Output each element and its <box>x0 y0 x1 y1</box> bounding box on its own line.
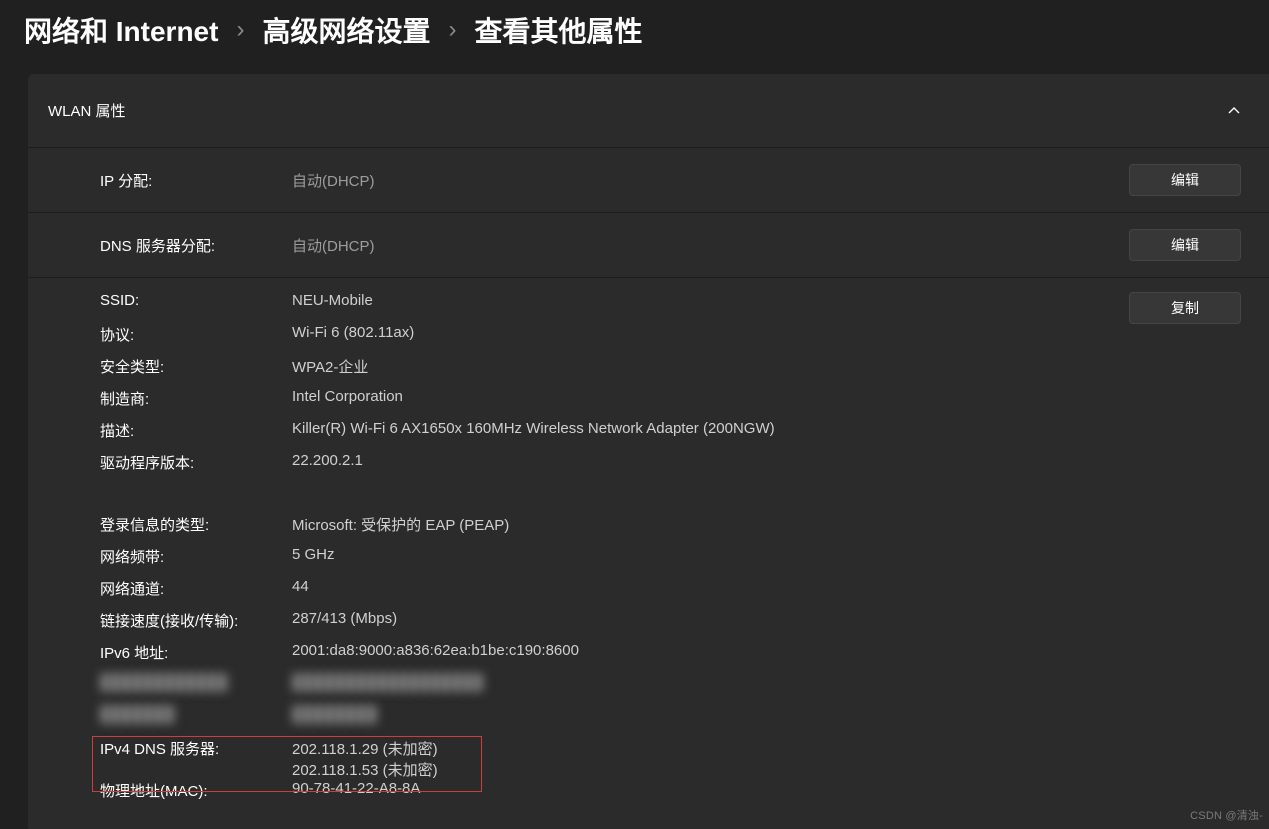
watermark: CSDN @清浊- <box>1190 807 1263 823</box>
value-redacted-1: ██████████████████ <box>292 674 1241 691</box>
breadcrumb-network[interactable]: 网络和 Internet <box>24 10 218 50</box>
value-login-type: Microsoft: 受保护的 EAP (PEAP) <box>292 514 1241 535</box>
value-driver-version: 22.200.2.1 <box>292 452 1241 469</box>
row-ipv4-dns: IPv4 DNS 服务器: 202.118.1.29 (未加密) 202.118… <box>100 738 1241 780</box>
value-band: 5 GHz <box>292 546 1241 563</box>
edit-dns-button[interactable]: 编辑 <box>1129 229 1241 261</box>
row-band: 网络频带: 5 GHz <box>100 546 1241 578</box>
row-redacted-2: ███████ ████████ <box>100 706 1241 738</box>
row-security: 安全类型: WPA2-企业 <box>100 356 1241 388</box>
row-redacted-1: ████████████ ██████████████████ <box>100 674 1241 706</box>
ip-assignment-row: IP 分配: 自动(DHCP) 编辑 <box>28 148 1269 213</box>
breadcrumb: 网络和 Internet › 高级网络设置 › 查看其他属性 <box>0 0 1269 74</box>
value-ssid: NEU-Mobile <box>292 292 1241 309</box>
dns-assignment-value: 自动(DHCP) <box>292 235 1129 256</box>
label-ssid: SSID: <box>100 292 292 309</box>
label-redacted-2: ███████ <box>100 706 292 723</box>
details-section: 复制 SSID: NEU-Mobile 协议: Wi-Fi 6 (802.11a… <box>28 278 1269 829</box>
label-manufacturer: 制造商: <box>100 388 292 409</box>
dns-assignment-row: DNS 服务器分配: 自动(DHCP) 编辑 <box>28 213 1269 278</box>
panel-header[interactable]: WLAN 属性 <box>28 74 1269 148</box>
row-channel: 网络通道: 44 <box>100 578 1241 610</box>
label-ipv4-dns: IPv4 DNS 服务器: <box>100 738 292 759</box>
value-security: WPA2-企业 <box>292 356 1241 377</box>
value-redacted-2: ████████ <box>292 706 1241 723</box>
row-login-type: 登录信息的类型: Microsoft: 受保护的 EAP (PEAP) <box>100 514 1241 546</box>
label-link-speed: 链接速度(接收/传输): <box>100 610 292 631</box>
row-ssid: SSID: NEU-Mobile <box>100 292 1241 324</box>
label-login-type: 登录信息的类型: <box>100 514 292 535</box>
chevron-right-icon: › <box>236 16 244 44</box>
panel-title: WLAN 属性 <box>48 100 126 121</box>
label-ipv6: IPv6 地址: <box>100 642 292 663</box>
row-protocol: 协议: Wi-Fi 6 (802.11ax) <box>100 324 1241 356</box>
breadcrumb-current: 查看其他属性 <box>474 10 642 50</box>
ip-assignment-label: IP 分配: <box>100 170 292 191</box>
row-driver-version: 驱动程序版本: 22.200.2.1 <box>100 452 1241 484</box>
chevron-up-icon <box>1227 104 1241 118</box>
row-manufacturer: 制造商: Intel Corporation <box>100 388 1241 420</box>
breadcrumb-advanced[interactable]: 高级网络设置 <box>262 10 430 50</box>
value-channel: 44 <box>292 578 1241 595</box>
value-description: Killer(R) Wi-Fi 6 AX1650x 160MHz Wireles… <box>292 420 1241 437</box>
label-redacted-1: ████████████ <box>100 674 292 691</box>
value-mac: 90-78-41-22-A8-8A <box>292 780 1241 797</box>
value-manufacturer: Intel Corporation <box>292 388 1241 405</box>
edit-ip-button[interactable]: 编辑 <box>1129 164 1241 196</box>
dns-assignment-label: DNS 服务器分配: <box>100 235 292 256</box>
value-protocol: Wi-Fi 6 (802.11ax) <box>292 324 1241 341</box>
row-link-speed: 链接速度(接收/传输): 287/413 (Mbps) <box>100 610 1241 642</box>
ip-assignment-value: 自动(DHCP) <box>292 170 1129 191</box>
label-channel: 网络通道: <box>100 578 292 599</box>
label-driver-version: 驱动程序版本: <box>100 452 292 473</box>
copy-button[interactable]: 复制 <box>1129 292 1241 324</box>
value-ipv4-dns: 202.118.1.29 (未加密) 202.118.1.53 (未加密) <box>292 738 1241 780</box>
label-security: 安全类型: <box>100 356 292 377</box>
label-description: 描述: <box>100 420 292 441</box>
row-ipv6: IPv6 地址: 2001:da8:9000:a836:62ea:b1be:c1… <box>100 642 1241 674</box>
row-description: 描述: Killer(R) Wi-Fi 6 AX1650x 160MHz Wir… <box>100 420 1241 452</box>
label-protocol: 协议: <box>100 324 292 345</box>
label-mac: 物理地址(MAC): <box>100 780 292 801</box>
label-band: 网络频带: <box>100 546 292 567</box>
value-ipv6: 2001:da8:9000:a836:62ea:b1be:c190:8600 <box>292 642 1241 659</box>
wlan-properties-panel: WLAN 属性 IP 分配: 自动(DHCP) 编辑 DNS 服务器分配: 自动… <box>28 74 1269 829</box>
value-link-speed: 287/413 (Mbps) <box>292 610 1241 627</box>
chevron-right-icon: › <box>448 16 456 44</box>
row-mac: 物理地址(MAC): 90-78-41-22-A8-8A <box>100 780 1241 812</box>
